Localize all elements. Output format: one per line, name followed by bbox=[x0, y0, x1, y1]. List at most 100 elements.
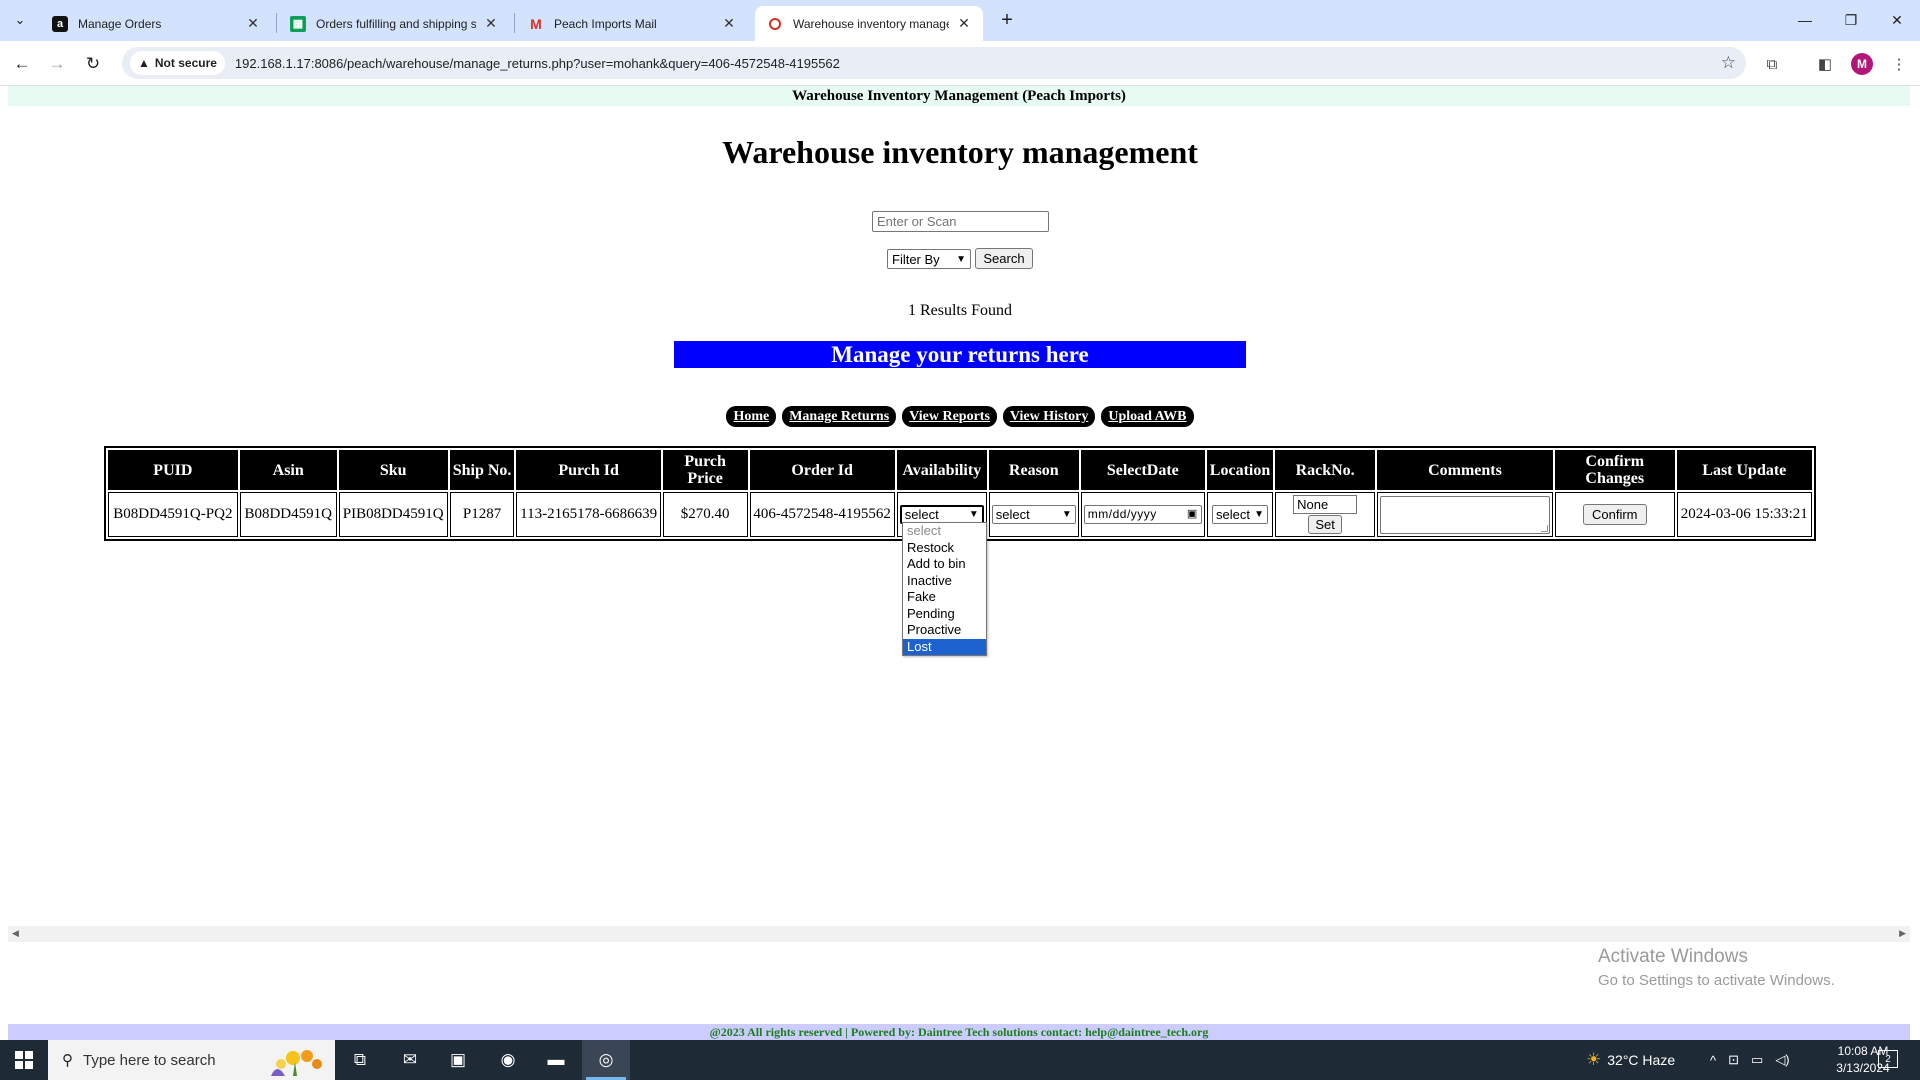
tab-orders-sheet[interactable]: ▦ Orders fulfilling and shipping st ✕ bbox=[278, 6, 510, 41]
scroll-left-arrow-icon[interactable]: ◀ bbox=[12, 928, 19, 939]
nav-home-button[interactable]: Home bbox=[726, 406, 777, 427]
search-input[interactable] bbox=[872, 211, 1049, 232]
dropdown-option-lost[interactable]: Lost bbox=[903, 638, 986, 655]
edge-browser-icon[interactable]: ◉ bbox=[484, 1040, 532, 1080]
chevron-down-icon: ▼ bbox=[968, 509, 979, 520]
minimize-icon[interactable]: — bbox=[1782, 6, 1828, 34]
dropdown-option-add-to-bin[interactable]: Add to bin bbox=[903, 556, 986, 573]
tab-title: Manage Orders bbox=[78, 16, 162, 31]
tab-manage-orders[interactable]: a Manage Orders ✕ bbox=[40, 6, 272, 41]
side-panel-icon[interactable]: ◧ bbox=[1814, 53, 1836, 75]
location-select[interactable]: select ▼ bbox=[1212, 505, 1269, 524]
tab-peach-mail[interactable]: M Peach Imports Mail ✕ bbox=[516, 6, 748, 41]
reload-icon[interactable]: ↻ bbox=[79, 50, 107, 78]
page-footer: @2023 All rights reserved | Powered by: … bbox=[8, 1024, 1910, 1040]
close-icon[interactable]: ✕ bbox=[955, 15, 973, 33]
page-nav: Home Manage Returns View Reports View Hi… bbox=[0, 406, 1920, 427]
tab-warehouse[interactable]: Warehouse inventory managem ✕ bbox=[755, 6, 983, 41]
tab-separator bbox=[514, 13, 515, 33]
horizontal-scrollbar[interactable]: ◀ ▶ bbox=[8, 926, 1910, 942]
cell-purch-price: $270.40 bbox=[662, 492, 748, 537]
display-icon[interactable]: ▭ bbox=[1751, 1052, 1763, 1068]
notifications-icon[interactable]: 2 bbox=[1878, 1050, 1898, 1068]
date-input[interactable]: mm/dd/yyyy ▣ bbox=[1083, 505, 1202, 524]
back-arrow-icon[interactable]: ← bbox=[8, 50, 36, 78]
cell-puid: B08DD4591Q-PQ2 bbox=[108, 492, 238, 537]
set-rack-button[interactable]: Set bbox=[1308, 515, 1343, 534]
header-confirm-changes: Confirm Changes bbox=[1554, 450, 1675, 490]
tab-search-chevron-icon[interactable]: ⌄ bbox=[8, 8, 32, 32]
close-icon[interactable]: ✕ bbox=[720, 15, 738, 33]
task-view-icon[interactable]: ⧉ bbox=[336, 1040, 384, 1080]
store-app-icon[interactable]: ▣ bbox=[434, 1040, 482, 1080]
cell-location: select ▼ bbox=[1206, 492, 1274, 537]
windows-taskbar: ⚲ Type here to search ⧉ ✉ ▣ ◉ ▬ ◎ ☀ 32°C… bbox=[0, 1040, 1920, 1080]
nav-manage-returns-button[interactable]: Manage Returns bbox=[782, 406, 897, 427]
cell-sku: PIB08DD4591Q bbox=[338, 492, 448, 537]
comments-textarea[interactable] bbox=[1379, 495, 1550, 534]
weather-sun-icon: ☀ bbox=[1586, 1050, 1602, 1069]
header-last-update: Last Update bbox=[1676, 450, 1812, 490]
volume-icon[interactable]: ◁) bbox=[1775, 1052, 1789, 1068]
dropdown-option-proactive[interactable]: Proactive bbox=[903, 622, 986, 639]
close-icon[interactable]: ✕ bbox=[482, 15, 500, 33]
scroll-right-arrow-icon[interactable]: ▶ bbox=[1899, 928, 1906, 939]
calendar-icon[interactable]: ▣ bbox=[1187, 506, 1198, 523]
new-tab-button[interactable]: + bbox=[995, 8, 1019, 32]
dropdown-option-pending[interactable]: Pending bbox=[903, 606, 986, 623]
confirm-button[interactable]: Confirm bbox=[1582, 504, 1647, 525]
manage-returns-banner: Manage your returns here bbox=[674, 341, 1246, 368]
weather-widget[interactable]: ☀ 32°C Haze bbox=[1586, 1040, 1675, 1080]
windows-start-button[interactable] bbox=[0, 1040, 48, 1080]
header-rack-no: RackNo. bbox=[1275, 450, 1375, 490]
gmail-icon: M bbox=[530, 15, 542, 32]
restore-icon[interactable]: ❐ bbox=[1828, 6, 1874, 34]
close-icon[interactable]: ✕ bbox=[244, 15, 262, 33]
nav-upload-awb-button[interactable]: Upload AWB bbox=[1101, 406, 1194, 427]
rack-no-input[interactable]: None bbox=[1293, 495, 1358, 514]
forward-arrow-icon[interactable]: → bbox=[43, 50, 71, 78]
reason-select[interactable]: select ▼ bbox=[991, 505, 1076, 524]
cell-rack-no: None Set bbox=[1275, 492, 1375, 537]
chevron-down-icon: ▼ bbox=[1061, 509, 1072, 520]
extensions-puzzle-icon[interactable]: ⧉ bbox=[1761, 53, 1783, 75]
cell-comments bbox=[1376, 492, 1553, 537]
search-button[interactable]: Search bbox=[975, 248, 1033, 269]
header-purch-id: Purch Id bbox=[516, 450, 661, 490]
system-tray: ^ ⊡ ▭ ◁) bbox=[1710, 1040, 1790, 1080]
nav-view-history-button[interactable]: View History bbox=[1002, 406, 1096, 427]
site-icon bbox=[767, 16, 783, 32]
tab-title: Orders fulfilling and shipping st bbox=[316, 16, 476, 31]
chrome-browser-icon[interactable]: ◎ bbox=[582, 1040, 630, 1080]
activate-windows-watermark: Activate Windows Go to Settings to activ… bbox=[1598, 946, 1835, 989]
nav-view-reports-button[interactable]: View Reports bbox=[902, 406, 997, 427]
bookmark-star-icon[interactable]: ☆ bbox=[1721, 53, 1736, 73]
header-order-id: Order Id bbox=[749, 450, 895, 490]
dropdown-option-restock[interactable]: Restock bbox=[903, 540, 986, 557]
taskbar-search-placeholder: Type here to search bbox=[83, 1051, 216, 1069]
weather-text: 32°C Haze bbox=[1607, 1052, 1676, 1068]
menu-kebab-icon[interactable]: ⋮ bbox=[1888, 53, 1910, 75]
dropdown-option-inactive[interactable]: Inactive bbox=[903, 573, 986, 590]
tab-title: Peach Imports Mail bbox=[554, 16, 657, 31]
filter-by-select[interactable]: Filter By ▼ bbox=[887, 249, 971, 269]
profile-avatar[interactable]: M bbox=[1851, 53, 1873, 75]
sheets-icon: ▦ bbox=[290, 15, 306, 32]
network-icon[interactable]: ⊡ bbox=[1728, 1052, 1739, 1068]
dropdown-option-fake[interactable]: Fake bbox=[903, 589, 986, 606]
search-highlight-flowers-icon bbox=[271, 1050, 322, 1076]
cell-select-date: mm/dd/yyyy ▣ bbox=[1080, 492, 1205, 537]
chevron-up-icon[interactable]: ^ bbox=[1710, 1053, 1716, 1068]
warning-triangle-icon: ▲ bbox=[138, 56, 150, 70]
security-indicator[interactable]: ▲ Not secure bbox=[130, 51, 225, 75]
address-bar[interactable]: ▲ Not secure 192.168.1.17:8086/peach/war… bbox=[122, 47, 1746, 79]
windows-logo-icon bbox=[15, 1051, 33, 1069]
window-close-icon[interactable]: ✕ bbox=[1874, 6, 1920, 34]
url-text[interactable]: 192.168.1.17:8086/peach/warehouse/manage… bbox=[235, 56, 840, 71]
dropdown-option-select: select bbox=[907, 523, 941, 538]
cell-confirm: Confirm bbox=[1554, 492, 1675, 537]
taskbar-search-box[interactable]: ⚲ Type here to search bbox=[48, 1040, 335, 1080]
mail-app-icon[interactable]: ✉ bbox=[386, 1040, 434, 1080]
file-explorer-icon[interactable]: ▬ bbox=[532, 1040, 580, 1080]
date-placeholder: mm/dd/yyyy bbox=[1087, 507, 1157, 521]
